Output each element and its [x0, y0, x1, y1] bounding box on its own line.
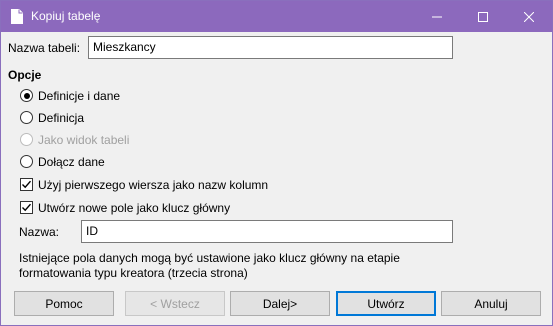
close-button[interactable] [506, 1, 552, 32]
key-name-input[interactable]: ID [81, 220, 453, 243]
checkbox-first-row-as-column-names[interactable] [20, 178, 33, 191]
maximize-icon [478, 11, 488, 22]
radio-label-append-data: Dołącz dane [38, 155, 105, 169]
radio-as-table-view[interactable] [20, 133, 33, 146]
document-icon [11, 9, 23, 24]
create-button[interactable]: Utwórz [336, 291, 436, 316]
radio-label-definition: Definicja [38, 111, 85, 125]
table-name-input[interactable]: Mieszkancy [88, 36, 453, 59]
radio-label-definitions-and-data: Definicje i dane [38, 89, 121, 103]
radio-definitions-and-data[interactable] [20, 89, 33, 102]
cancel-button[interactable]: Anuluj [441, 291, 541, 316]
maximize-button[interactable] [460, 1, 506, 32]
title-bar: Kopiuj tabelę [1, 1, 552, 32]
key-name-label: Nazwa: [19, 225, 60, 239]
checkbox-label-create-primary-key: Utwórz nowe pole jako klucz główny [38, 201, 231, 215]
copy-table-dialog: Kopiuj tabelę Nazwa tabeli: Mieszkancy O… [0, 0, 553, 326]
radio-definition[interactable] [20, 111, 33, 124]
options-heading: Opcje [8, 68, 42, 82]
checkbox-label-first-row-as-column-names: Użyj pierwszego wiersza jako nazw kolumn [38, 178, 269, 192]
minimize-icon [432, 16, 442, 17]
table-name-label: Nazwa tabeli: [8, 41, 81, 55]
checkbox-create-primary-key[interactable] [20, 201, 33, 214]
info-text-line1: Istniejące pola danych mogą być ustawion… [19, 251, 400, 265]
radio-append-data[interactable] [20, 155, 33, 168]
radio-label-as-table-view: Jako widok tabeli [38, 133, 130, 147]
checkmark-icon [22, 203, 32, 212]
minimize-button[interactable] [414, 1, 460, 32]
info-text-line2: formatowania typu kreatora (trzecia stro… [19, 266, 248, 280]
close-icon [524, 11, 534, 22]
next-button[interactable]: Dalej> [230, 291, 330, 316]
help-button[interactable]: Pomoc [14, 291, 114, 316]
window-title: Kopiuj tabelę [31, 9, 101, 23]
checkmark-icon [22, 180, 32, 189]
back-button[interactable]: < Wstecz [125, 291, 225, 316]
